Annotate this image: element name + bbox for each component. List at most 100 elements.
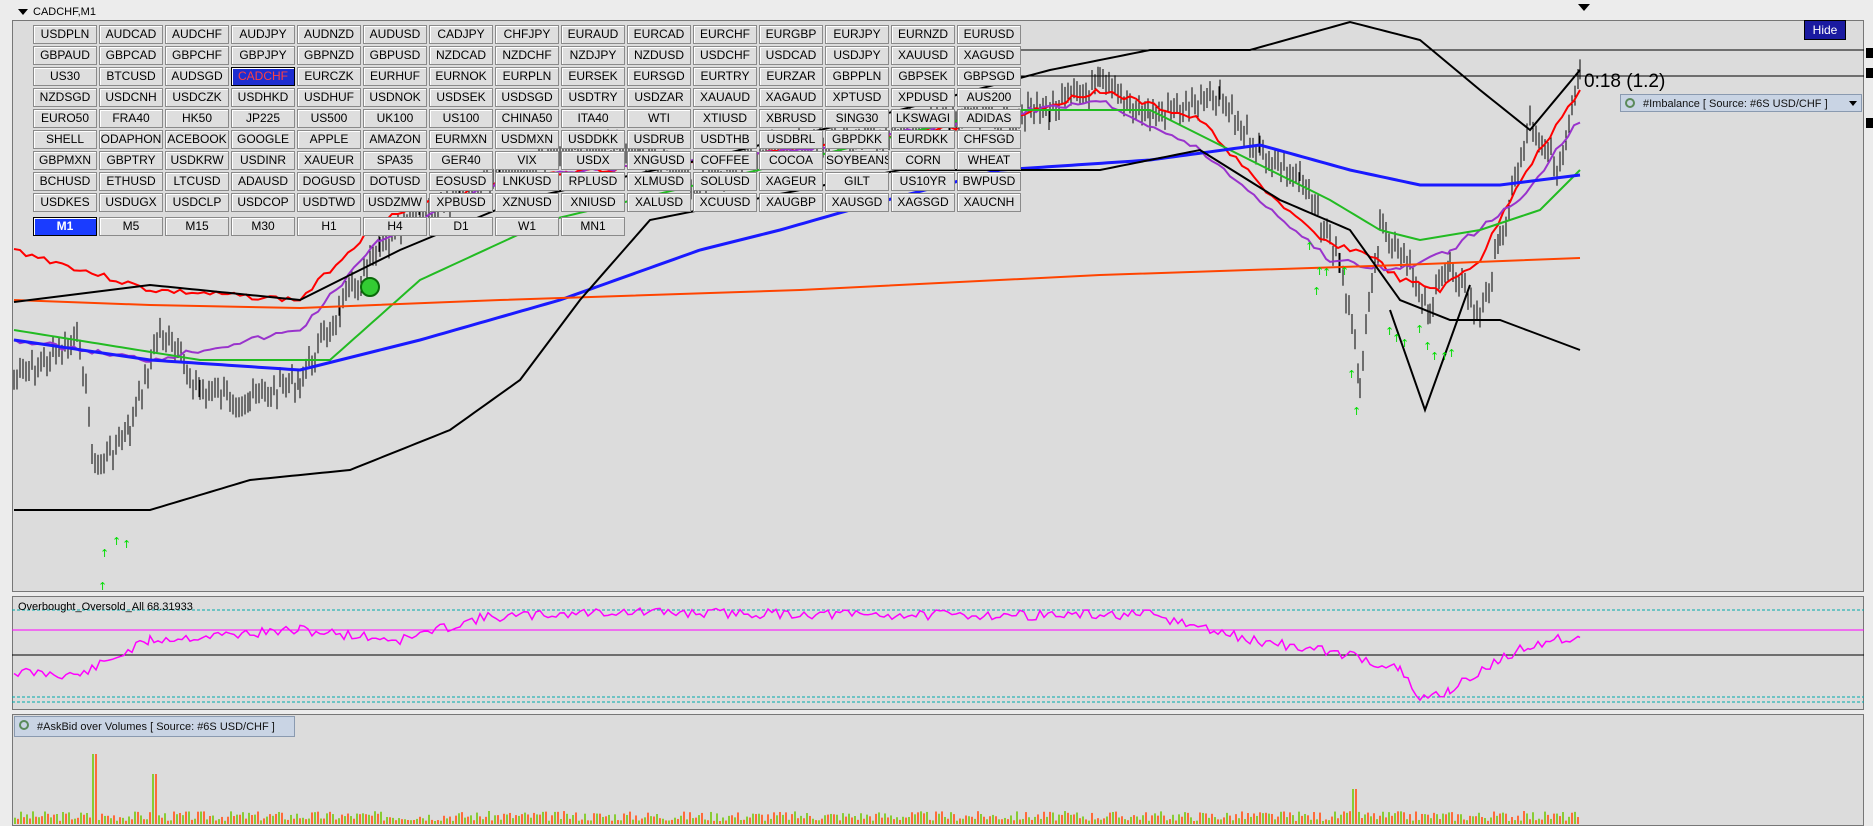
timeframe-button-m1[interactable]: M1: [33, 217, 97, 236]
symbol-button-us30[interactable]: US30: [33, 67, 97, 86]
symbol-button-usdsek[interactable]: USDSEK: [429, 88, 493, 107]
symbol-button-ltcusd[interactable]: LTCUSD: [165, 172, 229, 191]
symbol-button-usdczk[interactable]: USDCZK: [165, 88, 229, 107]
symbol-button-nzdjpy[interactable]: NZDJPY: [561, 46, 625, 65]
symbol-button-xauusd[interactable]: XAUUSD: [891, 46, 955, 65]
symbol-button-amazon[interactable]: AMAZON: [363, 130, 427, 149]
symbol-button-google[interactable]: GOOGLE: [231, 130, 295, 149]
symbol-button-usdugx[interactable]: USDUGX: [99, 193, 163, 212]
symbol-button-eurzar[interactable]: EURZAR: [759, 67, 823, 86]
symbol-button-us500[interactable]: US500: [297, 109, 361, 128]
symbol-button-euro50[interactable]: EURO50: [33, 109, 97, 128]
symbol-button-eurnzd[interactable]: EURNZD: [891, 25, 955, 44]
symbol-button-gbpsek[interactable]: GBPSEK: [891, 67, 955, 86]
symbol-button-eurpln[interactable]: EURPLN: [495, 67, 559, 86]
symbol-button-sing30[interactable]: SING30: [825, 109, 889, 128]
symbol-button-audsgd[interactable]: AUDSGD: [165, 67, 229, 86]
symbol-button-adidas[interactable]: ADIDAS: [957, 109, 1021, 128]
symbol-button-nzdchf[interactable]: NZDCHF: [495, 46, 559, 65]
symbol-button-xlmusd[interactable]: XLMUSD: [627, 172, 691, 191]
symbol-button-xauaud[interactable]: XAUAUD: [693, 88, 757, 107]
symbol-button-xausgd[interactable]: XAUSGD: [825, 193, 889, 212]
symbol-button-audnzd[interactable]: AUDNZD: [297, 25, 361, 44]
symbol-button-gbpusd[interactable]: GBPUSD: [363, 46, 427, 65]
symbol-button-usdzar[interactable]: USDZAR: [627, 88, 691, 107]
symbol-button-nzdsgd[interactable]: NZDSGD: [33, 88, 97, 107]
symbol-button-eursek[interactable]: EURSEK: [561, 67, 625, 86]
timeframe-button-w1[interactable]: W1: [495, 217, 559, 236]
symbol-button-dotusd[interactable]: DOTUSD: [363, 172, 427, 191]
indicator-gear-icon[interactable]: [1625, 98, 1635, 108]
symbol-button-xpdusd[interactable]: XPDUSD: [891, 88, 955, 107]
symbol-button-xalusd[interactable]: XALUSD: [627, 193, 691, 212]
symbol-button-xtiusd[interactable]: XTIUSD: [693, 109, 757, 128]
symbol-button-soybeans[interactable]: SOYBEANS: [825, 151, 889, 170]
symbol-button-jp225[interactable]: JP225: [231, 109, 295, 128]
symbol-button-vix[interactable]: VIX: [495, 151, 559, 170]
symbol-button-xageur[interactable]: XAGEUR: [759, 172, 823, 191]
symbol-button-eurmxn[interactable]: EURMXN: [429, 130, 493, 149]
symbol-button-eurusd[interactable]: EURUSD: [957, 25, 1021, 44]
symbol-button-acebook[interactable]: ACEBOOK: [165, 130, 229, 149]
symbol-button-xaueur[interactable]: XAUEUR: [297, 151, 361, 170]
symbol-button-usdkrw[interactable]: USDKRW: [165, 151, 229, 170]
timeframe-button-m15[interactable]: M15: [165, 217, 229, 236]
symbol-button-china50[interactable]: CHINA50: [495, 109, 559, 128]
symbol-button-fra40[interactable]: FRA40: [99, 109, 163, 128]
symbol-button-usdkes[interactable]: USDKES: [33, 193, 97, 212]
symbol-button-xaucnh[interactable]: XAUCNH: [957, 193, 1021, 212]
symbol-button-btcusd[interactable]: BTCUSD: [99, 67, 163, 86]
hide-button[interactable]: Hide: [1804, 20, 1846, 40]
symbol-button-us100[interactable]: US100: [429, 109, 493, 128]
symbol-button-gbpsgd[interactable]: GBPSGD: [957, 67, 1021, 86]
symbol-button-eurgbp[interactable]: EURGBP: [759, 25, 823, 44]
symbol-button-usdbrl[interactable]: USDBRL: [759, 130, 823, 149]
symbol-button-eosusd[interactable]: EOSUSD: [429, 172, 493, 191]
symbol-button-eurnok[interactable]: EURNOK: [429, 67, 493, 86]
symbol-button-gilt[interactable]: GILT: [825, 172, 889, 191]
symbol-button-odaphon[interactable]: ODAPHON: [99, 130, 163, 149]
symbol-button-cocoa[interactable]: COCOA: [759, 151, 823, 170]
symbol-button-xaugbp[interactable]: XAUGBP: [759, 193, 823, 212]
timeframe-button-h1[interactable]: H1: [297, 217, 361, 236]
symbol-button-aus200[interactable]: AUS200: [957, 88, 1021, 107]
symbol-button-usdzmw[interactable]: USDZMW: [363, 193, 427, 212]
symbol-button-bwpusd[interactable]: BWPUSD: [957, 172, 1021, 191]
symbol-button-usdthb[interactable]: USDTHB: [693, 130, 757, 149]
symbol-button-cadchf[interactable]: CADCHF: [231, 67, 295, 86]
symbol-button-usdcnh[interactable]: USDCNH: [99, 88, 163, 107]
symbol-button-shell[interactable]: SHELL: [33, 130, 97, 149]
symbol-button-solusd[interactable]: SOLUSD: [693, 172, 757, 191]
symbol-button-xptusd[interactable]: XPTUSD: [825, 88, 889, 107]
symbol-button-rplusd[interactable]: RPLUSD: [561, 172, 625, 191]
symbol-button-usdrub[interactable]: USDRUB: [627, 130, 691, 149]
symbol-button-xagaud[interactable]: XAGAUD: [759, 88, 823, 107]
symbol-button-uk100[interactable]: UK100: [363, 109, 427, 128]
symbol-button-ita40[interactable]: ITA40: [561, 109, 625, 128]
symbol-button-spa35[interactable]: SPA35: [363, 151, 427, 170]
symbol-button-nzdusd[interactable]: NZDUSD: [627, 46, 691, 65]
symbol-button-gbpnzd[interactable]: GBPNZD: [297, 46, 361, 65]
symbol-button-gbpjpy[interactable]: GBPJPY: [231, 46, 295, 65]
symbol-button-usdinr[interactable]: USDINR: [231, 151, 295, 170]
indicator-gear-icon[interactable]: [19, 720, 29, 730]
symbol-button-us10yr[interactable]: US10YR: [891, 172, 955, 191]
symbol-button-gbpcad[interactable]: GBPCAD: [99, 46, 163, 65]
symbol-button-usdchf[interactable]: USDCHF: [693, 46, 757, 65]
symbol-button-apple[interactable]: APPLE: [297, 130, 361, 149]
symbol-button-ethusd[interactable]: ETHUSD: [99, 172, 163, 191]
symbol-button-xngusd[interactable]: XNGUSD: [627, 151, 691, 170]
symbol-button-audcad[interactable]: AUDCAD: [99, 25, 163, 44]
symbol-button-wti[interactable]: WTI: [627, 109, 691, 128]
symbol-button-eurcad[interactable]: EURCAD: [627, 25, 691, 44]
symbol-button-usdsgd[interactable]: USDSGD: [495, 88, 559, 107]
symbol-button-wheat[interactable]: WHEAT: [957, 151, 1021, 170]
symbol-button-usdhkd[interactable]: USDHKD: [231, 88, 295, 107]
symbol-button-xagusd[interactable]: XAGUSD: [957, 46, 1021, 65]
volume-indicator-label[interactable]: #AskBid over Volumes [ Source: #6S USD/C…: [14, 716, 295, 737]
symbol-button-euraud[interactable]: EURAUD: [561, 25, 625, 44]
symbol-button-bchusd[interactable]: BCHUSD: [33, 172, 97, 191]
symbol-button-gbpdkk[interactable]: GBPDKK: [825, 130, 889, 149]
symbol-button-gbppln[interactable]: GBPPLN: [825, 67, 889, 86]
symbol-button-xpbusd[interactable]: XPBUSD: [429, 193, 493, 212]
